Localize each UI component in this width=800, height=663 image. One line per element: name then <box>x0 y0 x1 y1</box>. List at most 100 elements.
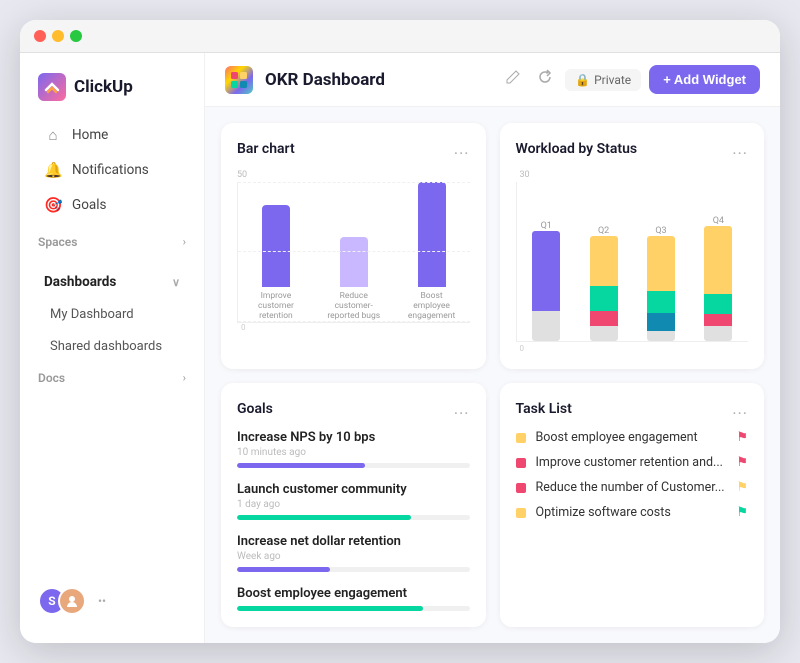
q2-seg-red <box>590 311 618 326</box>
task-dot-3 <box>516 483 526 493</box>
sidebar-item-home[interactable]: ⌂ Home <box>26 118 198 152</box>
goals-widget-header: Goals ... <box>237 399 470 418</box>
bar-2 <box>340 237 368 287</box>
bar-3 <box>418 182 446 287</box>
task-dot-4 <box>516 508 526 518</box>
close-dot[interactable] <box>34 30 46 42</box>
sidebar-item-label: Home <box>72 127 108 143</box>
goals-widget: Goals ... Increase NPS by 10 bps 10 minu… <box>221 383 486 627</box>
task-dot-2 <box>516 458 526 468</box>
goal-name-4: Boost employee engagement <box>237 586 470 601</box>
dashboards-section <box>20 253 204 265</box>
q3-label: Q3 <box>655 226 666 236</box>
shared-dashboards-label: Shared dashboards <box>50 339 162 354</box>
bar-chart-header: Bar chart ... <box>237 139 470 158</box>
task-list-title: Task List <box>516 401 572 417</box>
bar-chart-title: Bar chart <box>237 141 295 157</box>
q1-label: Q1 <box>541 221 552 231</box>
goal-fill-4 <box>237 606 423 611</box>
bar-group-3: Boost employeeengagement <box>402 182 462 322</box>
q2-seg-yellow <box>590 236 618 286</box>
goal-name-2: Launch customer community <box>237 482 470 497</box>
sidebar-item-notifications[interactable]: 🔔 Notifications <box>26 153 198 187</box>
add-widget-button[interactable]: + Add Widget <box>649 65 760 94</box>
goal-time-1: 10 minutes ago <box>237 447 470 458</box>
bar-label-3: Boost employeeengagement <box>402 291 462 322</box>
task-flag-1: ⚑ <box>736 430 748 445</box>
spaces-chevron-icon[interactable]: › <box>183 235 186 248</box>
stacked-q1: Q1 <box>525 217 568 341</box>
docs-label: Docs <box>38 371 65 385</box>
task-item-4: Optimize software costs ⚑ <box>516 505 749 520</box>
goal-time-3: Week ago <box>237 551 470 562</box>
stacked-q2: Q2 <box>582 222 625 341</box>
sidebar-item-shared-dashboards[interactable]: Shared dashboards <box>26 331 198 362</box>
goal-item-2: Launch customer community 1 day ago <box>237 482 470 520</box>
task-flag-4: ⚑ <box>736 505 748 520</box>
docs-chevron-icon[interactable]: › <box>183 371 186 384</box>
sidebar-item-label: Notifications <box>72 162 149 178</box>
q4-seg-gray <box>704 326 732 341</box>
bar-group-2: Reduce customer-reported bugs <box>324 237 384 322</box>
q3-seg-green <box>647 291 675 313</box>
goal-track-4 <box>237 606 470 611</box>
sidebar-item-my-dashboard[interactable]: My Dashboard <box>26 299 198 330</box>
edit-button[interactable] <box>501 65 525 94</box>
workload-menu[interactable]: ... <box>732 139 748 158</box>
goal-item-3: Increase net dollar retention Week ago <box>237 534 470 572</box>
avatar-group[interactable]: S <box>38 587 86 615</box>
lock-icon: 🔒 <box>575 73 590 87</box>
page-title: OKR Dashboard <box>265 70 489 90</box>
goals-widget-title: Goals <box>237 401 273 417</box>
task-name-1: Boost employee engagement <box>536 430 727 445</box>
goal-track-1 <box>237 463 470 468</box>
bar-chart-menu[interactable]: ... <box>454 139 470 158</box>
q4-label: Q4 <box>713 216 724 226</box>
sidebar-item-dashboards[interactable]: Dashboards ∨ <box>26 266 198 298</box>
q4-seg-red <box>704 314 732 326</box>
private-badge[interactable]: 🔒 Private <box>565 69 641 91</box>
stacked-chart: Q1 Q2 <box>516 182 749 342</box>
bar-group-1: Improve customerretention <box>246 205 306 322</box>
bar-label-2: Reduce customer-reported bugs <box>324 291 384 322</box>
sidebar-nav: ⌂ Home 🔔 Notifications 🎯 Goals Spaces › <box>20 117 204 575</box>
goals-list: Increase NPS by 10 bps 10 minutes ago La… <box>237 430 470 611</box>
goal-name-3: Increase net dollar retention <box>237 534 470 549</box>
task-dot-1 <box>516 433 526 443</box>
window-chrome <box>20 20 780 53</box>
goal-fill-3 <box>237 567 330 572</box>
minimize-dot[interactable] <box>52 30 64 42</box>
spaces-section: Spaces › <box>20 223 204 253</box>
sidebar-logo[interactable]: ClickUp <box>20 69 204 117</box>
goals-menu[interactable]: ... <box>454 399 470 418</box>
bar-chart-bars: Improve customerretention Reduce custome… <box>237 182 470 323</box>
goal-time-2: 1 day ago <box>237 499 470 510</box>
avatar-more-icon: •• <box>98 594 106 608</box>
task-name-3: Reduce the number of Customer... <box>536 480 727 495</box>
task-flag-2: ⚑ <box>736 455 748 470</box>
sidebar-item-label: Goals <box>72 197 107 213</box>
goal-item-1: Increase NPS by 10 bps 10 minutes ago <box>237 430 470 468</box>
logo-icon <box>38 73 66 101</box>
goal-fill-1 <box>237 463 365 468</box>
maximize-dot[interactable] <box>70 30 82 42</box>
dashboard-icon <box>225 66 253 94</box>
bar-label-1: Improve customerretention <box>246 291 306 322</box>
workload-header: Workload by Status ... <box>516 139 749 158</box>
bell-icon: 🔔 <box>44 161 62 179</box>
goal-item-4: Boost employee engagement <box>237 586 470 611</box>
task-list-menu[interactable]: ... <box>732 399 748 418</box>
spaces-label: Spaces <box>38 235 77 249</box>
goal-track-3 <box>237 567 470 572</box>
task-list-header: Task List ... <box>516 399 749 418</box>
workload-y-max: 30 <box>516 170 749 180</box>
stacked-q4: Q4 <box>697 212 740 341</box>
sidebar-item-goals[interactable]: 🎯 Goals <box>26 188 198 222</box>
task-flag-3: ⚑ <box>736 480 748 495</box>
q4-seg-green <box>704 294 732 314</box>
refresh-button[interactable] <box>533 65 557 94</box>
task-name-2: Improve customer retention and... <box>536 455 727 470</box>
task-item-2: Improve customer retention and... ⚑ <box>516 455 749 470</box>
task-list-widget: Task List ... Boost employee engagement … <box>500 383 765 627</box>
bar-y-0: 0 <box>241 323 246 332</box>
